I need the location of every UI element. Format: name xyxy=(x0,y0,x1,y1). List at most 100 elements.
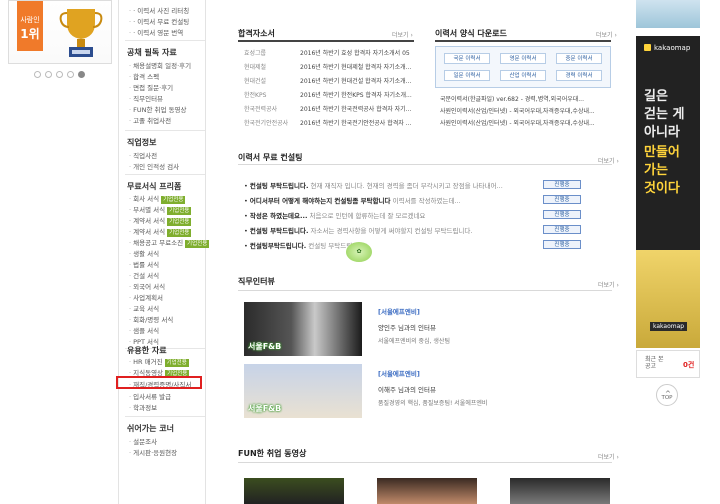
side-nav: · 이력서 사진 리터칭 · 이력서 무료 컨설팅 · 이력서 영문 번역 공채… xyxy=(118,0,210,504)
interview-item-sub: 서울에프엔비의 중심, 생산팀 xyxy=(378,338,450,345)
interview-item-title[interactable]: 이해주 님과의 인터뷰 xyxy=(378,384,436,394)
recent-label: 최근 본 공고 xyxy=(645,356,664,370)
pager-dot[interactable] xyxy=(56,71,63,78)
scroll-top-button[interactable]: TOP xyxy=(656,381,678,407)
nav-item[interactable]: 채용설명회 일정·후기 xyxy=(129,60,191,70)
pager-dot[interactable] xyxy=(67,71,74,78)
table-row[interactable]: 한국전력공사 2016년 하반기 한국전력공사 합격자 자기... xyxy=(244,104,411,113)
download-industry-button[interactable]: 산업 이력서 xyxy=(500,70,546,81)
nav-section-title: 무료서식 프리폼 xyxy=(127,182,182,191)
nav-item[interactable]: 직업사전 xyxy=(129,150,157,160)
ad-scene-image xyxy=(636,250,700,348)
table-row[interactable]: 현대건설 2016년 하반기 현대건설 합격자 자기소개... xyxy=(244,76,411,85)
fun-video-more-link[interactable]: 더보기 xyxy=(598,452,619,461)
download-english-button[interactable]: 영문 이력서 xyxy=(500,53,546,64)
nav-item[interactable]: 고졸 취업사전 xyxy=(129,115,171,125)
download-title: 이력서 양식 다운로드 xyxy=(435,29,507,38)
nav-item[interactable]: 면접 질문·후기 xyxy=(129,82,173,92)
download-more-link[interactable]: 더보기 xyxy=(596,30,617,39)
nav-section-title: 직업정보 xyxy=(127,138,157,147)
nav-item[interactable]: 직무인터뷰 xyxy=(129,93,163,103)
ad-headline-2: 만들어 가는 것이다 xyxy=(644,145,680,196)
download-career-button[interactable]: 경력 이력서 xyxy=(556,70,602,81)
interview-title: 직무인터뷰 xyxy=(238,277,275,286)
nav-item-photo-retouch[interactable]: · 이력서 사진 리터칭 xyxy=(129,5,189,15)
list-item[interactable]: 사원인이력서(산업/인터넷) - 외국어우대,자격증우대,수상내... xyxy=(440,118,595,127)
recent-jobs-widget[interactable]: 최근 본 공고 0건 xyxy=(636,350,700,378)
video-thumbnail[interactable] xyxy=(244,478,344,504)
status-badge[interactable]: 진행중 xyxy=(543,195,581,204)
nav-section-title: 유용한 자료 xyxy=(127,346,167,355)
passed-title: 합격자소서 xyxy=(238,29,275,38)
pager-dot[interactable] xyxy=(45,71,52,78)
fun-video-title: FUN한 취업 동영상 xyxy=(238,449,307,458)
nav-item[interactable]: 계약서 서식기업전용 xyxy=(129,215,192,226)
nav-item[interactable]: FUN한 취업 동영상 xyxy=(129,104,186,114)
status-badge[interactable]: 진행중 xyxy=(543,225,581,234)
recent-count: 0건 xyxy=(683,361,695,369)
list-item[interactable]: • 컨설팅 부탁드립니다. 자소서는 경력사항을 어떻게 써야할지 컨설팅 부탁… xyxy=(244,225,472,235)
list-item[interactable]: 사원인이력서(산업/인터넷) - 외국어우대,자격증우대,수상내... xyxy=(440,106,595,115)
nav-section-title: 공채 필독 자료 xyxy=(127,48,177,57)
consult-title: 이력서 무료 컨설팅 xyxy=(238,153,303,162)
nav-item[interactable]: 게시판·응원현장 xyxy=(129,447,177,457)
nav-item[interactable]: 생활 서식 xyxy=(129,248,159,258)
pager-dot[interactable] xyxy=(34,71,41,78)
ad-sign: kakaomap xyxy=(650,322,688,331)
table-row[interactable]: 효성그룹 2016년 하반기 효성 합격자 자기소개서 05 xyxy=(244,48,410,57)
interview-more-link[interactable]: 더보기 xyxy=(598,280,619,289)
interview-item-title[interactable]: 양인주 님과의 인터뷰 xyxy=(378,322,436,332)
nav-item[interactable]: 건설 서식 xyxy=(129,270,159,280)
ranking-banner[interactable]: 사람인 1위 xyxy=(8,0,112,64)
interview-tag[interactable]: [서울에프엔비] xyxy=(378,368,420,378)
table-row[interactable]: 한전KPS 2016년 하반기 한전KPS 합격자 자기소개... xyxy=(244,90,412,99)
ad-headline-1: 길은 걷는 게 아니라 xyxy=(644,89,685,140)
nav-item[interactable]: 외국어 서식 xyxy=(129,281,165,291)
interview-thumbnail[interactable]: 서울F&B xyxy=(244,302,362,356)
nav-item[interactable]: 학과정보 xyxy=(129,402,157,412)
download-japanese-button[interactable]: 일문 이력서 xyxy=(444,70,490,81)
table-row[interactable]: 현대제철 2016년 하반기 현대제철 합격자 자기소개... xyxy=(244,62,411,71)
nav-item[interactable]: 개인 인적성 검사 xyxy=(129,161,179,171)
nav-item[interactable]: 사업계획서 xyxy=(129,292,163,302)
download-chinese-button[interactable]: 중문 이력서 xyxy=(556,53,602,64)
nav-item[interactable]: 합격 스펙 xyxy=(129,71,159,81)
interview-tag[interactable]: [서울에프엔비] xyxy=(378,306,420,316)
nav-item-resume-translate[interactable]: · 이력서 영문 번역 xyxy=(129,27,183,37)
status-badge[interactable]: 진행중 xyxy=(543,240,581,249)
video-thumbnail[interactable] xyxy=(377,478,477,504)
ribbon-small-text: 사람인 xyxy=(20,16,40,24)
nav-item[interactable]: 설문조사 xyxy=(129,436,157,446)
nav-item[interactable]: 법률 서식 xyxy=(129,259,159,269)
pager-dot-active[interactable] xyxy=(78,71,85,78)
nav-item[interactable]: HR 매거진기업전용 xyxy=(129,356,189,367)
highlight-box xyxy=(116,376,202,389)
top-ad-banner[interactable] xyxy=(636,0,700,28)
nav-item[interactable]: 입사서류 발급 xyxy=(129,391,171,401)
nav-item-resume-consult[interactable]: · 이력서 무료 컨설팅 xyxy=(129,16,189,26)
list-item[interactable]: 국문이력서(한글파일) ver.682 - 경력,병역,외국어우대... xyxy=(440,94,584,103)
interview-thumbnail[interactable]: 서울F&B xyxy=(244,364,362,418)
nav-item[interactable]: 채용공고 무료소진기업전용 xyxy=(129,237,210,248)
status-badge[interactable]: 진행중 xyxy=(543,180,581,189)
ribbon-big-text: 1위 xyxy=(20,27,40,41)
chat-bubble-icon: ✿ xyxy=(346,242,372,262)
interview-item-sub: 품질경영의 핵심, 품질보증팀! 서울에프엔비 xyxy=(378,400,488,407)
status-badge[interactable]: 진행중 xyxy=(543,210,581,219)
nav-item[interactable]: 회화/명령 서식 xyxy=(129,314,173,324)
nav-item[interactable]: 부서별 서식기업전용 xyxy=(129,204,192,215)
nav-item[interactable]: 샘플 서식 xyxy=(129,325,159,335)
passed-more-link[interactable]: 더보기 xyxy=(392,30,413,39)
list-item[interactable]: • 작성은 하였는데요... 처음으로 인턴에 합류하는데 잘 모르겠네요 xyxy=(244,210,425,220)
nav-item[interactable]: 계약서 서식기업전용 xyxy=(129,226,192,237)
rank-ribbon: 사람인 1위 xyxy=(17,1,43,51)
nav-item[interactable]: 회사 서식기업전용 xyxy=(129,193,186,204)
kakaomap-ad-banner[interactable]: kakaomap 길은 걷는 게 아니라 만들어 가는 것이다 kakaomap xyxy=(636,36,700,348)
download-button-group: 국문 이력서 영문 이력서 중문 이력서 일문 이력서 산업 이력서 경력 이력… xyxy=(435,46,611,88)
nav-item[interactable]: 교육 서식 xyxy=(129,303,159,313)
list-item[interactable]: • 컨설팅 부탁드립니다. 현재 재직자 입니다. 현재의 경력을 좀더 부각시… xyxy=(244,180,503,190)
video-thumbnail[interactable] xyxy=(510,478,610,504)
table-row[interactable]: 한국전기안전공사 2016년 하반기 한국전기안전공사 합격자 ... xyxy=(244,118,411,127)
list-item[interactable]: • 어디서부터 어떻게 해야하는지 컨설팅좀 부탁합니다 이력서를 작성하였는데… xyxy=(244,195,461,205)
download-korean-button[interactable]: 국문 이력서 xyxy=(444,53,490,64)
